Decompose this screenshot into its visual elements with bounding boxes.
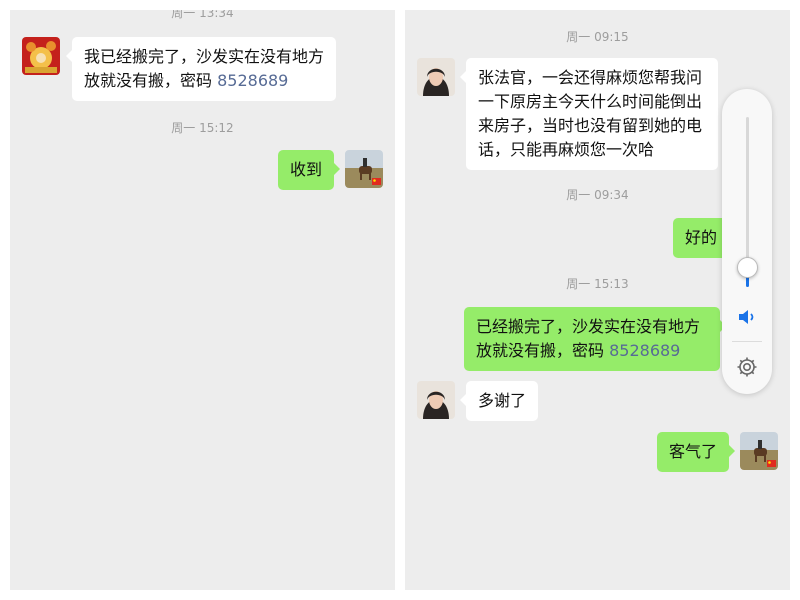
divider [732, 341, 762, 342]
gear-icon[interactable] [735, 355, 759, 379]
message-text: 多谢了 [478, 391, 527, 410]
message-text: 收到 [290, 160, 323, 179]
contact-avatar[interactable] [417, 58, 455, 96]
message-bubble-incoming[interactable]: 张法官，一会还得麻烦您帮我问一下原房主今天什么时间能倒出来房子，当时也没有留到她… [460, 58, 718, 170]
password-link[interactable]: 8528689 [217, 71, 288, 90]
message-text: 客气了 [669, 442, 718, 461]
timestamp: 周一 09:15 [566, 30, 629, 44]
self-avatar[interactable] [345, 150, 383, 188]
contact-avatar[interactable] [417, 381, 455, 419]
message-bubble-outgoing[interactable]: 好的 [673, 218, 736, 258]
message-bubble-outgoing[interactable]: 客气了 [657, 432, 736, 472]
password-link[interactable]: 8528689 [609, 341, 680, 360]
volume-slider-handle[interactable] [737, 256, 758, 278]
message-bubble-outgoing[interactable]: 收到 [278, 150, 341, 190]
message-text: 好的 [685, 228, 718, 247]
chat-pane-right: 周一 09:15 张法官，一会还得麻烦您帮我问一下原房主今天什么时间能倒出来房子… [405, 10, 790, 590]
chat-pane-left: 周一 13:34 我已经搬完了，沙发实在没有地方放就没有搬，密码 8528689… [10, 10, 395, 590]
message-bubble-incoming[interactable]: 多谢了 [459, 381, 539, 421]
volume-panel [722, 89, 772, 394]
contact-avatar[interactable] [22, 37, 60, 75]
timestamp: 周一 15:12 [171, 121, 234, 135]
message-bubble-outgoing[interactable]: 已经搬完了，沙发实在没有地方放就没有搬，密码 8528689 [464, 307, 726, 371]
self-avatar[interactable] [740, 432, 778, 470]
message-bubble-incoming[interactable]: 我已经搬完了，沙发实在没有地方放就没有搬，密码 8528689 [66, 37, 336, 101]
timestamp: 周一 13:34 [171, 10, 234, 20]
message-text: 张法官，一会还得麻烦您帮我问一下原房主今天什么时间能倒出来房子，当时也没有留到她… [478, 68, 703, 159]
speaker-icon[interactable] [736, 306, 758, 328]
